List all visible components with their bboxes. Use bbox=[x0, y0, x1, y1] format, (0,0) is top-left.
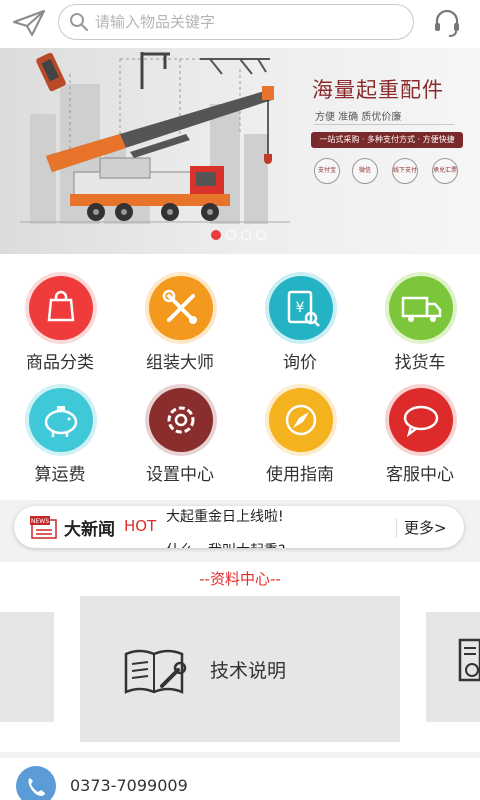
phone-number[interactable]: 0373-7099009 bbox=[70, 776, 188, 795]
gear-icon bbox=[149, 388, 213, 452]
offline-pay-badge: 线下支付 bbox=[392, 158, 418, 184]
newspaper-icon: NEWS bbox=[30, 516, 57, 539]
tools-icon bbox=[149, 276, 213, 340]
menu-item-find-truck[interactable]: 找货车 bbox=[360, 262, 480, 373]
paper-plane-icon[interactable] bbox=[12, 8, 46, 38]
docs-card-tech-manual[interactable]: 技术说明 bbox=[80, 596, 400, 742]
menu-label: 使用指南 bbox=[266, 465, 334, 485]
news-more-link[interactable]: 更多> bbox=[404, 517, 447, 538]
headset-icon[interactable] bbox=[432, 8, 462, 38]
phone-icon[interactable] bbox=[16, 766, 56, 800]
price-inquiry-icon: ¥ bbox=[269, 276, 333, 340]
search-icon bbox=[70, 13, 89, 32]
menu-label: 询价 bbox=[283, 353, 317, 373]
menu-item-settings[interactable]: 设置中心 bbox=[120, 374, 240, 485]
truck-icon bbox=[389, 276, 453, 340]
hot-badge: HOT bbox=[124, 517, 157, 535]
wechat-badge: 微信 bbox=[352, 158, 378, 184]
book-wrench-icon bbox=[124, 649, 187, 694]
news-next-headline[interactable]: 什么，我叫大起重? bbox=[166, 540, 285, 548]
menu-label: 设置中心 bbox=[146, 465, 214, 485]
svg-text:NEWS: NEWS bbox=[31, 518, 49, 525]
function-grid: 商品分类 组装大师 ¥ 询价 找货车 算运费 设置中心 使用指南 客服中心 bbox=[0, 254, 480, 500]
document-star-icon bbox=[458, 638, 480, 682]
news-ticker[interactable]: NEWS 大新闻 HOT 大起重金日上线啦! 什么，我叫大起重? 更多> bbox=[14, 506, 464, 548]
docs-title: --资料中心-- bbox=[199, 570, 281, 588]
menu-item-guide[interactable]: 使用指南 bbox=[240, 374, 360, 485]
carousel-indicator[interactable] bbox=[211, 230, 266, 240]
top-bar bbox=[0, 0, 480, 48]
menu-label: 算运费 bbox=[34, 465, 86, 485]
menu-item-inquiry[interactable]: ¥ 询价 bbox=[240, 262, 360, 373]
menu-item-assembly[interactable]: 组装大师 bbox=[120, 262, 240, 373]
carousel-dot[interactable] bbox=[256, 230, 266, 240]
news-divider bbox=[396, 518, 397, 538]
carousel-dot[interactable] bbox=[211, 230, 221, 240]
svg-text:¥: ¥ bbox=[296, 300, 305, 316]
menu-item-freight[interactable]: 算运费 bbox=[0, 374, 120, 485]
menu-label: 商品分类 bbox=[26, 353, 94, 373]
banner-title: 海量起重配件 bbox=[312, 78, 444, 102]
menu-label: 找货车 bbox=[394, 353, 446, 373]
news-title: 大新闻 bbox=[64, 520, 115, 540]
menu-label: 组装大师 bbox=[146, 353, 214, 373]
menu-item-service[interactable]: 客服中心 bbox=[360, 374, 480, 485]
compass-icon bbox=[269, 388, 333, 452]
chat-bubble-icon bbox=[389, 388, 453, 452]
acceptance-bill-badge: 承兑汇票 bbox=[432, 158, 458, 184]
docs-card-label: 技术说明 bbox=[210, 660, 287, 682]
piggy-bank-icon bbox=[29, 388, 93, 452]
news-headline[interactable]: 大起重金日上线啦! bbox=[166, 506, 284, 526]
search-bar[interactable] bbox=[58, 4, 414, 40]
docs-card-next[interactable] bbox=[426, 612, 480, 722]
banner-subtitle: 方便 准确 质优价廉 bbox=[315, 112, 402, 123]
docs-center: --资料中心-- 技术说明 bbox=[0, 562, 480, 752]
carousel-dot[interactable] bbox=[241, 230, 251, 240]
banner-tagline: 一站式采购 · 多种支付方式 · 方便快捷 bbox=[311, 132, 463, 148]
alipay-badge: 支付宝 bbox=[314, 158, 340, 184]
promo-banner[interactable]: 海量起重配件 方便 准确 质优价廉 一站式采购 · 多种支付方式 · 方便快捷 … bbox=[0, 44, 480, 254]
search-input[interactable] bbox=[95, 9, 395, 35]
menu-item-category[interactable]: 商品分类 bbox=[0, 262, 120, 373]
shopping-bag-icon bbox=[29, 276, 93, 340]
contact-bar[interactable]: 0373-7099009 bbox=[0, 758, 480, 800]
banner-divider bbox=[314, 124, 454, 125]
docs-card-previous[interactable] bbox=[0, 612, 54, 722]
carousel-dot[interactable] bbox=[226, 230, 236, 240]
menu-label: 客服中心 bbox=[386, 465, 454, 485]
